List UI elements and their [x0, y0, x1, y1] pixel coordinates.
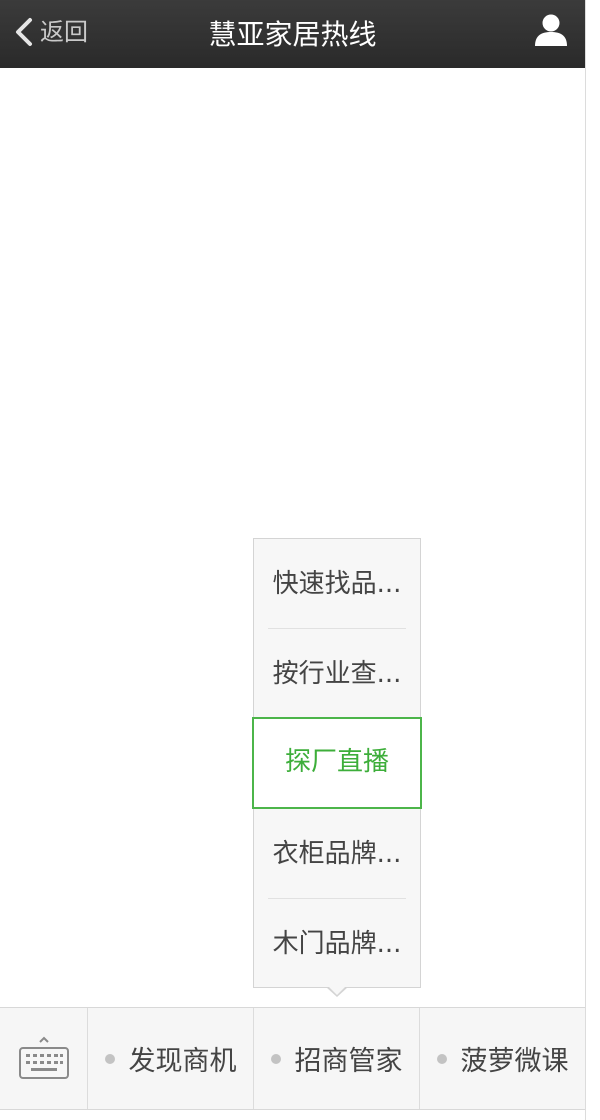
menu-dot-icon	[270, 1053, 281, 1064]
bottom-menu-bar: 发现商机 招商管家 菠萝微课	[0, 1007, 585, 1110]
back-label: 返回	[40, 18, 88, 46]
menu-investment-manager[interactable]: 招商管家	[254, 1008, 420, 1109]
submenu-item-factory-live[interactable]: 探厂直播	[252, 717, 422, 809]
menu-dot-icon	[436, 1053, 447, 1064]
menu-dot-icon	[104, 1053, 115, 1064]
submenu-item-door-brands[interactable]: 木门品牌...	[254, 899, 420, 989]
user-profile-button[interactable]	[533, 12, 569, 48]
page-edge-divider	[585, 0, 586, 1120]
keyboard-icon	[18, 1036, 69, 1079]
keyboard-toggle-button[interactable]	[0, 1008, 88, 1109]
back-button[interactable]: 返回	[14, 10, 88, 54]
popup-pointer-fill	[328, 986, 346, 995]
chat-screen: 返回 慧亚家居热线 快速找品... 按行业查... 探厂直播 衣柜品牌... 木…	[0, 0, 600, 1120]
submenu-item-by-industry[interactable]: 按行业查...	[254, 629, 420, 719]
top-bar: 返回 慧亚家居热线	[0, 0, 585, 68]
submenu-popup: 快速找品... 按行业查... 探厂直播 衣柜品牌... 木门品牌...	[252, 538, 422, 989]
menu-label: 招商管家	[294, 1046, 403, 1077]
menu-discover-opportunities[interactable]: 发现商机	[88, 1008, 254, 1109]
menu-micro-course[interactable]: 菠萝微课	[420, 1008, 585, 1109]
submenu-item-wardrobe-brands[interactable]: 衣柜品牌...	[254, 809, 420, 899]
menu-label: 菠萝微课	[460, 1046, 569, 1077]
user-icon	[535, 14, 567, 46]
menu-label: 发现商机	[128, 1046, 237, 1077]
chevron-left-icon	[16, 18, 32, 46]
submenu-item-quick-find[interactable]: 快速找品...	[254, 539, 420, 629]
